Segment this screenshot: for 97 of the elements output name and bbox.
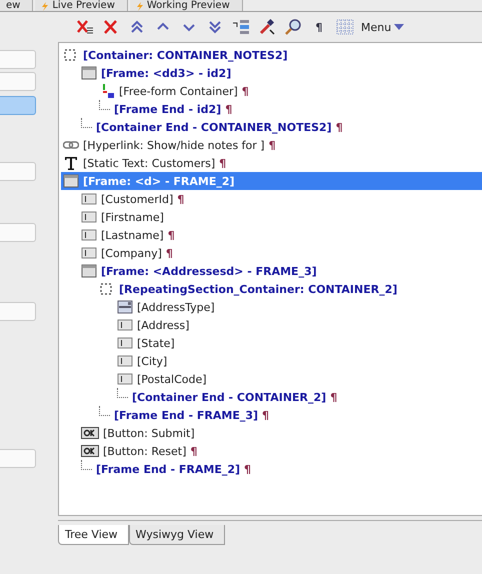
- pilcrow-mark: ¶: [336, 120, 343, 134]
- tree-item[interactable]: [Frame End - FRAME_2] ¶: [61, 460, 482, 478]
- text-field-icon: [81, 192, 97, 206]
- grid-icon[interactable]: [335, 17, 355, 37]
- ok-button-icon: [81, 445, 99, 457]
- node-label: [Frame: <d> - FRAME_2]: [83, 174, 235, 188]
- tree-item[interactable]: [Frame End - id2] ¶: [61, 100, 482, 118]
- pilcrow-mark: ¶: [219, 156, 226, 170]
- tree-item[interactable]: [City]: [61, 352, 482, 370]
- pilcrow-mark: ¶: [225, 102, 232, 116]
- pilcrow-mark: ¶: [330, 390, 338, 404]
- text-field-icon: [117, 318, 133, 332]
- tree-item[interactable]: [Frame: <d> - FRAME_2]: [61, 172, 482, 190]
- tree-item[interactable]: [Frame: <dd3> - id2]: [61, 64, 482, 82]
- tree-item[interactable]: [RepeatingSection_Container: CONTAINER_2]: [61, 280, 482, 298]
- blank-field[interactable]: [0, 302, 36, 321]
- tree-item[interactable]: [AddressType]: [61, 298, 482, 316]
- pilcrow-mark: ¶: [244, 462, 252, 476]
- pilcrow-mark: ¶: [177, 192, 184, 206]
- tree-item[interactable]: [Frame: <Addressesd> - FRAME_3]: [61, 262, 482, 280]
- tree-item[interactable]: [CustomerId] ¶: [61, 190, 482, 208]
- text-field-icon: [81, 246, 97, 260]
- node-label: [Container: CONTAINER_NOTES2]: [83, 48, 288, 62]
- tab-label: Working Preview: [146, 1, 230, 11]
- blank-field[interactable]: [0, 50, 36, 69]
- node-label: [Frame: <dd3> - id2]: [101, 66, 232, 80]
- node-label: [Container End - CONTAINER_NOTES2]: [96, 120, 332, 134]
- eyedropper-icon[interactable]: [257, 17, 277, 37]
- node-label: [Frame End - id2]: [114, 102, 222, 116]
- node-label: [City]: [137, 354, 168, 368]
- node-label: [Free-form Container]: [119, 84, 238, 98]
- text-field-icon: [81, 210, 97, 224]
- text-field-icon: [117, 336, 133, 350]
- text-field-icon: [81, 228, 97, 242]
- text-field-icon: [117, 372, 133, 386]
- pilcrow-mark: ¶: [190, 444, 198, 458]
- tree-item[interactable]: [Lastname] ¶: [61, 226, 482, 244]
- tree-item[interactable]: [Container End - CONTAINER_NOTES2] ¶: [61, 118, 482, 136]
- blank-field[interactable]: [0, 96, 36, 115]
- pilcrow-mark: ¶: [268, 138, 276, 152]
- node-label: [Button: Reset]: [103, 444, 186, 458]
- tree-item[interactable]: [Container End - CONTAINER_2] ¶: [61, 388, 482, 406]
- node-label: [Frame End - FRAME_3]: [114, 408, 258, 422]
- list-box-icon: [117, 300, 133, 314]
- letter-t-icon: [63, 156, 79, 170]
- tree-item[interactable]: [Container: CONTAINER_NOTES2]: [61, 46, 482, 64]
- tree-item[interactable]: [Frame End - FRAME_3] ¶: [61, 406, 482, 424]
- tree-item[interactable]: [Free-form Container] ¶: [61, 82, 482, 100]
- window-icon: [63, 174, 79, 188]
- node-label: [Company]: [101, 246, 162, 260]
- node-label: [Firstname]: [101, 210, 164, 224]
- node-label: [CustomerId]: [101, 192, 174, 206]
- tab-label: Live Preview: [52, 1, 115, 11]
- node-label: [State]: [137, 336, 175, 350]
- ok-button-icon: [81, 427, 99, 439]
- tree-item[interactable]: [State]: [61, 334, 482, 352]
- window-icon: [81, 264, 97, 278]
- editor-tab[interactable]: ew: [0, 0, 34, 11]
- tab-label: ew: [6, 1, 20, 11]
- node-label: [AddressType]: [137, 300, 215, 314]
- tree-item[interactable]: [Button: Reset] ¶: [61, 442, 482, 460]
- node-label: [RepeatingSection_Container: CONTAINER_2]: [119, 282, 398, 296]
- node-label: [Button: Submit]: [103, 426, 195, 440]
- node-label: [Frame: <Addressesd> - FRAME_3]: [101, 264, 317, 278]
- pilcrow-mark: ¶: [242, 84, 249, 98]
- tree-item[interactable]: [Address]: [61, 316, 482, 334]
- tree-item[interactable]: [Hyperlink: Show/hide notes for ] ¶: [61, 136, 482, 154]
- blank-field[interactable]: [0, 162, 36, 181]
- node-label: [Address]: [137, 318, 190, 332]
- node-label: [Hyperlink: Show/hide notes for ]: [83, 138, 265, 152]
- editor-tab[interactable]: Live Preview: [35, 0, 128, 11]
- node-label: [Lastname]: [101, 228, 164, 242]
- caret-icon: [394, 24, 404, 30]
- blank-field[interactable]: [0, 223, 36, 242]
- tree-item[interactable]: [Static Text: Customers] ¶: [61, 154, 482, 172]
- node-label: [Container End - CONTAINER_2]: [132, 390, 326, 404]
- tree-item[interactable]: [Company] ¶: [61, 244, 482, 262]
- node-label: [Static Text: Customers]: [83, 156, 216, 170]
- blank-field[interactable]: [0, 449, 36, 468]
- tree-item[interactable]: [Button: Submit]: [61, 424, 482, 442]
- editor-tab[interactable]: Working Preview: [130, 0, 243, 11]
- pilcrow-button[interactable]: ¶: [309, 17, 329, 37]
- tree-item[interactable]: [PostalCode]: [61, 370, 482, 388]
- magnifier-icon[interactable]: [283, 17, 303, 37]
- pilcrow-mark: ¶: [262, 408, 270, 422]
- text-field-icon: [117, 354, 133, 368]
- pilcrow-mark: ¶: [168, 228, 175, 242]
- node-label: [Frame End - FRAME_2]: [96, 462, 240, 476]
- window-icon: [81, 66, 97, 80]
- view-tab[interactable]: Wysiwyg View: [128, 525, 225, 545]
- node-label: [PostalCode]: [137, 372, 207, 386]
- tree-item[interactable]: [Firstname]: [61, 208, 482, 226]
- blank-field[interactable]: [0, 72, 36, 91]
- view-tab[interactable]: Tree View: [58, 525, 129, 545]
- menu-button[interactable]: Menu: [361, 17, 404, 37]
- pilcrow-mark: ¶: [166, 246, 173, 260]
- list-icon[interactable]: [231, 17, 251, 37]
